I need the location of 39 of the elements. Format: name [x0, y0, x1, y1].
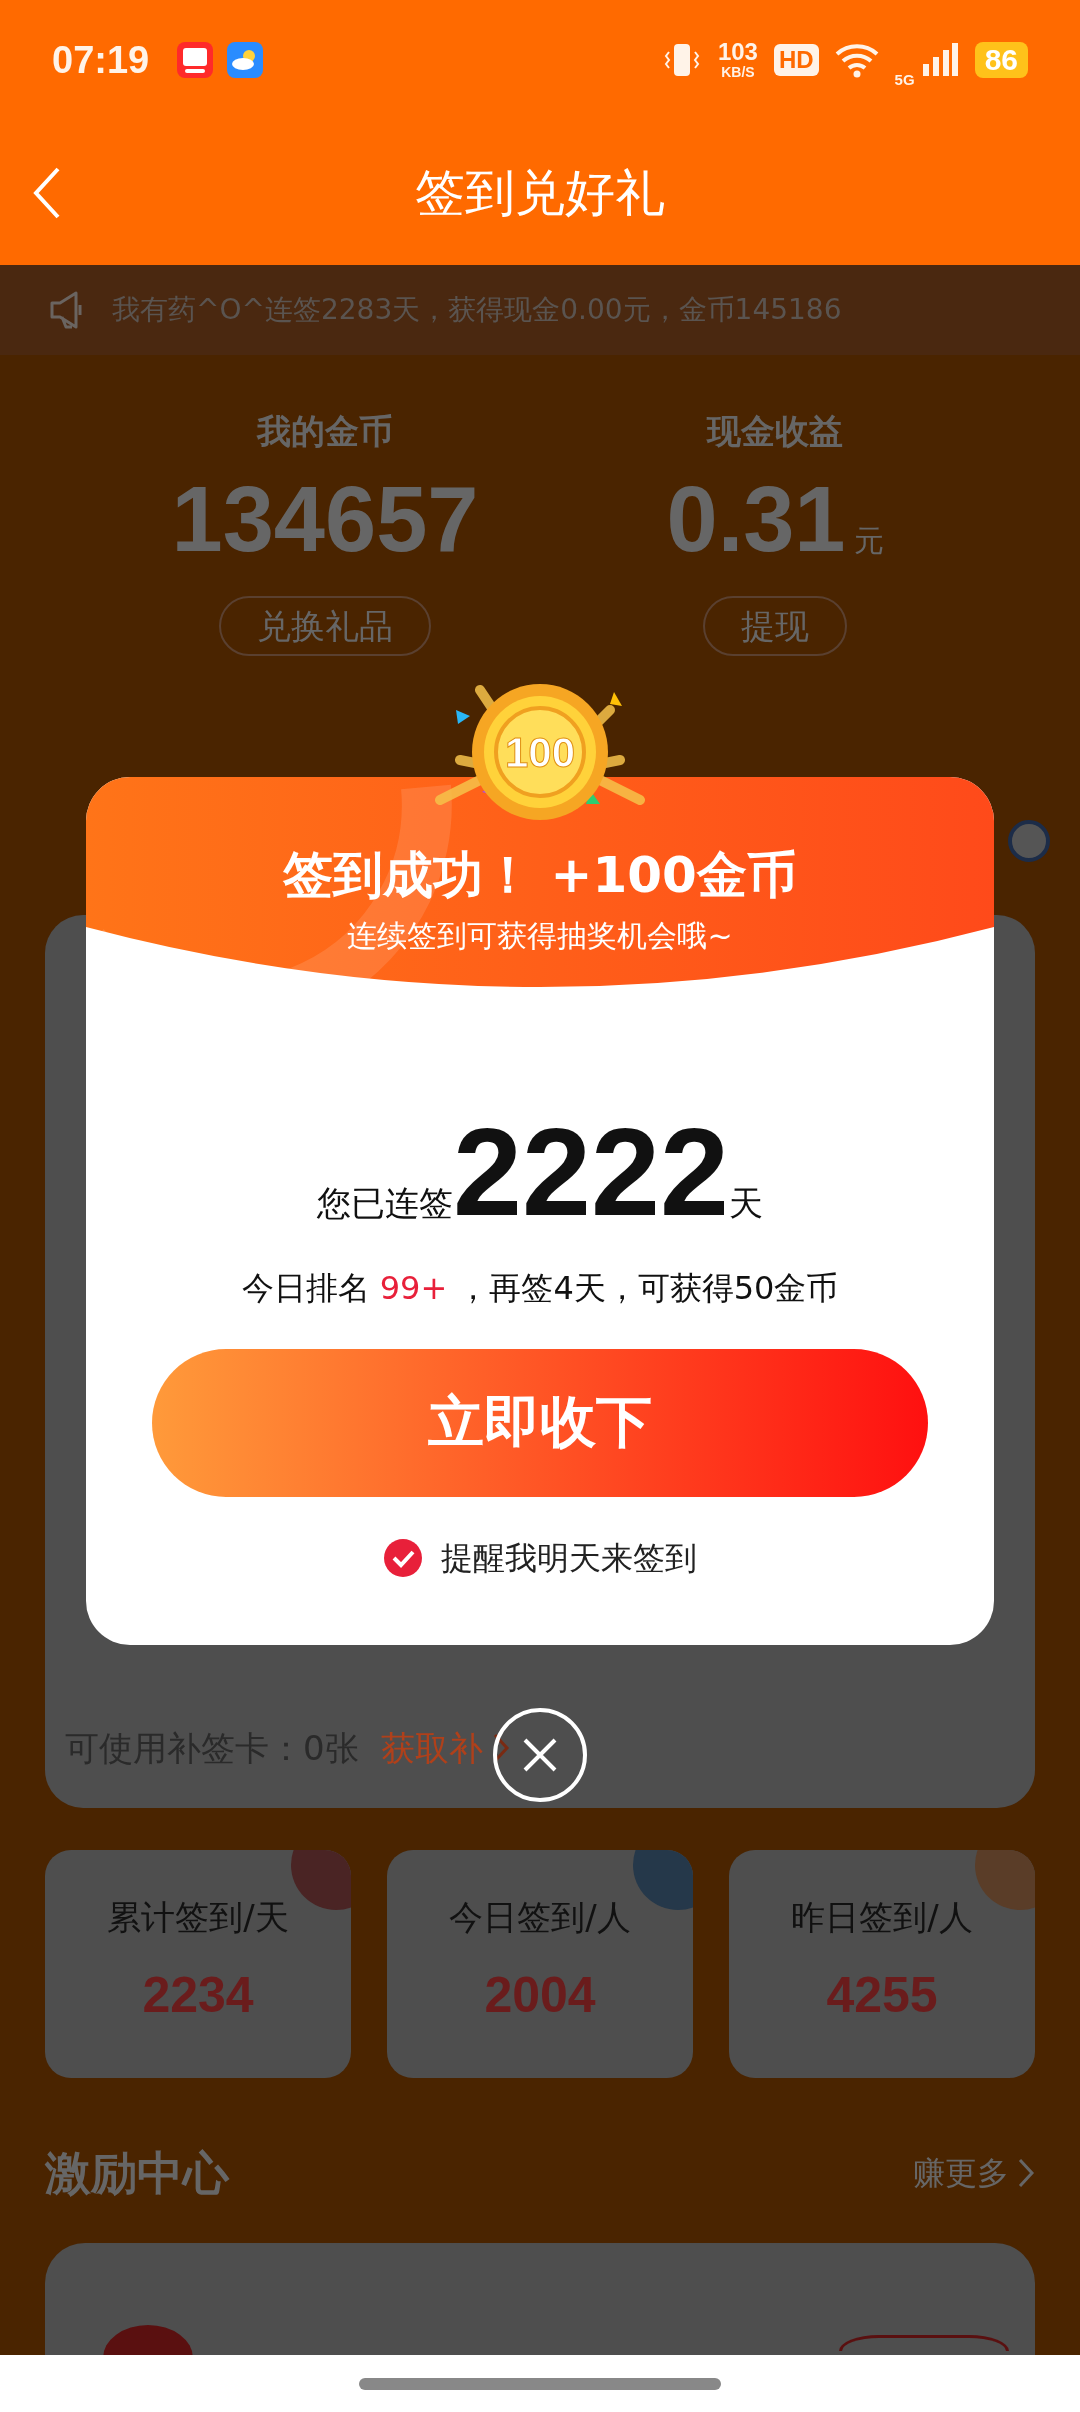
wallet-label: 现金收益 [707, 410, 843, 452]
close-icon[interactable] [492, 1707, 588, 1803]
streak-count: 2222 [453, 1107, 729, 1237]
currency-unit: 元 [853, 523, 884, 559]
wifi-icon [834, 42, 879, 78]
wallet-label: 我的金币 [257, 410, 393, 452]
wallet-button[interactable]: 兑换礼品 [219, 596, 431, 656]
battery-level: 86 [974, 42, 1028, 78]
hd-badge: HD [773, 44, 819, 76]
dialog-subtitle: 连续签到可获得抽奖机会哦~ [347, 917, 733, 955]
wallet-button[interactable]: 提现 [703, 596, 847, 656]
network-type: 5G [894, 72, 915, 88]
reminder-checkbox[interactable] [383, 1538, 423, 1578]
speed-unit: KB/S [721, 64, 755, 80]
coin-amount: 100 [504, 729, 576, 776]
toggle-knob-icon [1008, 820, 1050, 862]
network-speed: 103 [717, 40, 758, 64]
wallet-value: 134657 [171, 467, 479, 572]
signal-icon [920, 42, 959, 78]
wallet-value: 0.31 [666, 467, 846, 572]
earn-more-link[interactable]: 赚更多 [913, 2153, 1035, 2193]
reminder-label: 提醒我明天来签到 [441, 1538, 697, 1579]
page-title: 签到兑好礼 [415, 162, 665, 223]
weather-app-icon [227, 42, 264, 78]
streak-unit: 天 [728, 1182, 763, 1224]
home-indicator[interactable] [359, 2377, 721, 2390]
notice-text: 我有药^O^连签2283天，获得现金0.00元，金币145186 [112, 292, 842, 328]
shopping-app-icon [177, 42, 214, 78]
stat-label: 昨日签到/人 [791, 1896, 973, 1939]
accept-button[interactable]: 立即收下 [152, 1349, 928, 1497]
streak-prefix: 您已连签 [317, 1182, 454, 1224]
stat-label: 累计签到/天 [107, 1896, 289, 1939]
dialog-title: 签到成功！ +100金币 [283, 845, 797, 905]
rank-text: 今日排名 99+ ，再签4天，可获得50金币 [241, 1268, 839, 1309]
get-makeup-card-link[interactable]: 获取补 [380, 1726, 511, 1770]
section-title: 激励中心 [45, 2145, 229, 2201]
stat-label: 今日签到/人 [449, 1896, 631, 1939]
chevron-icon [1017, 2157, 1035, 2189]
status-time: 07:19 [52, 38, 150, 82]
